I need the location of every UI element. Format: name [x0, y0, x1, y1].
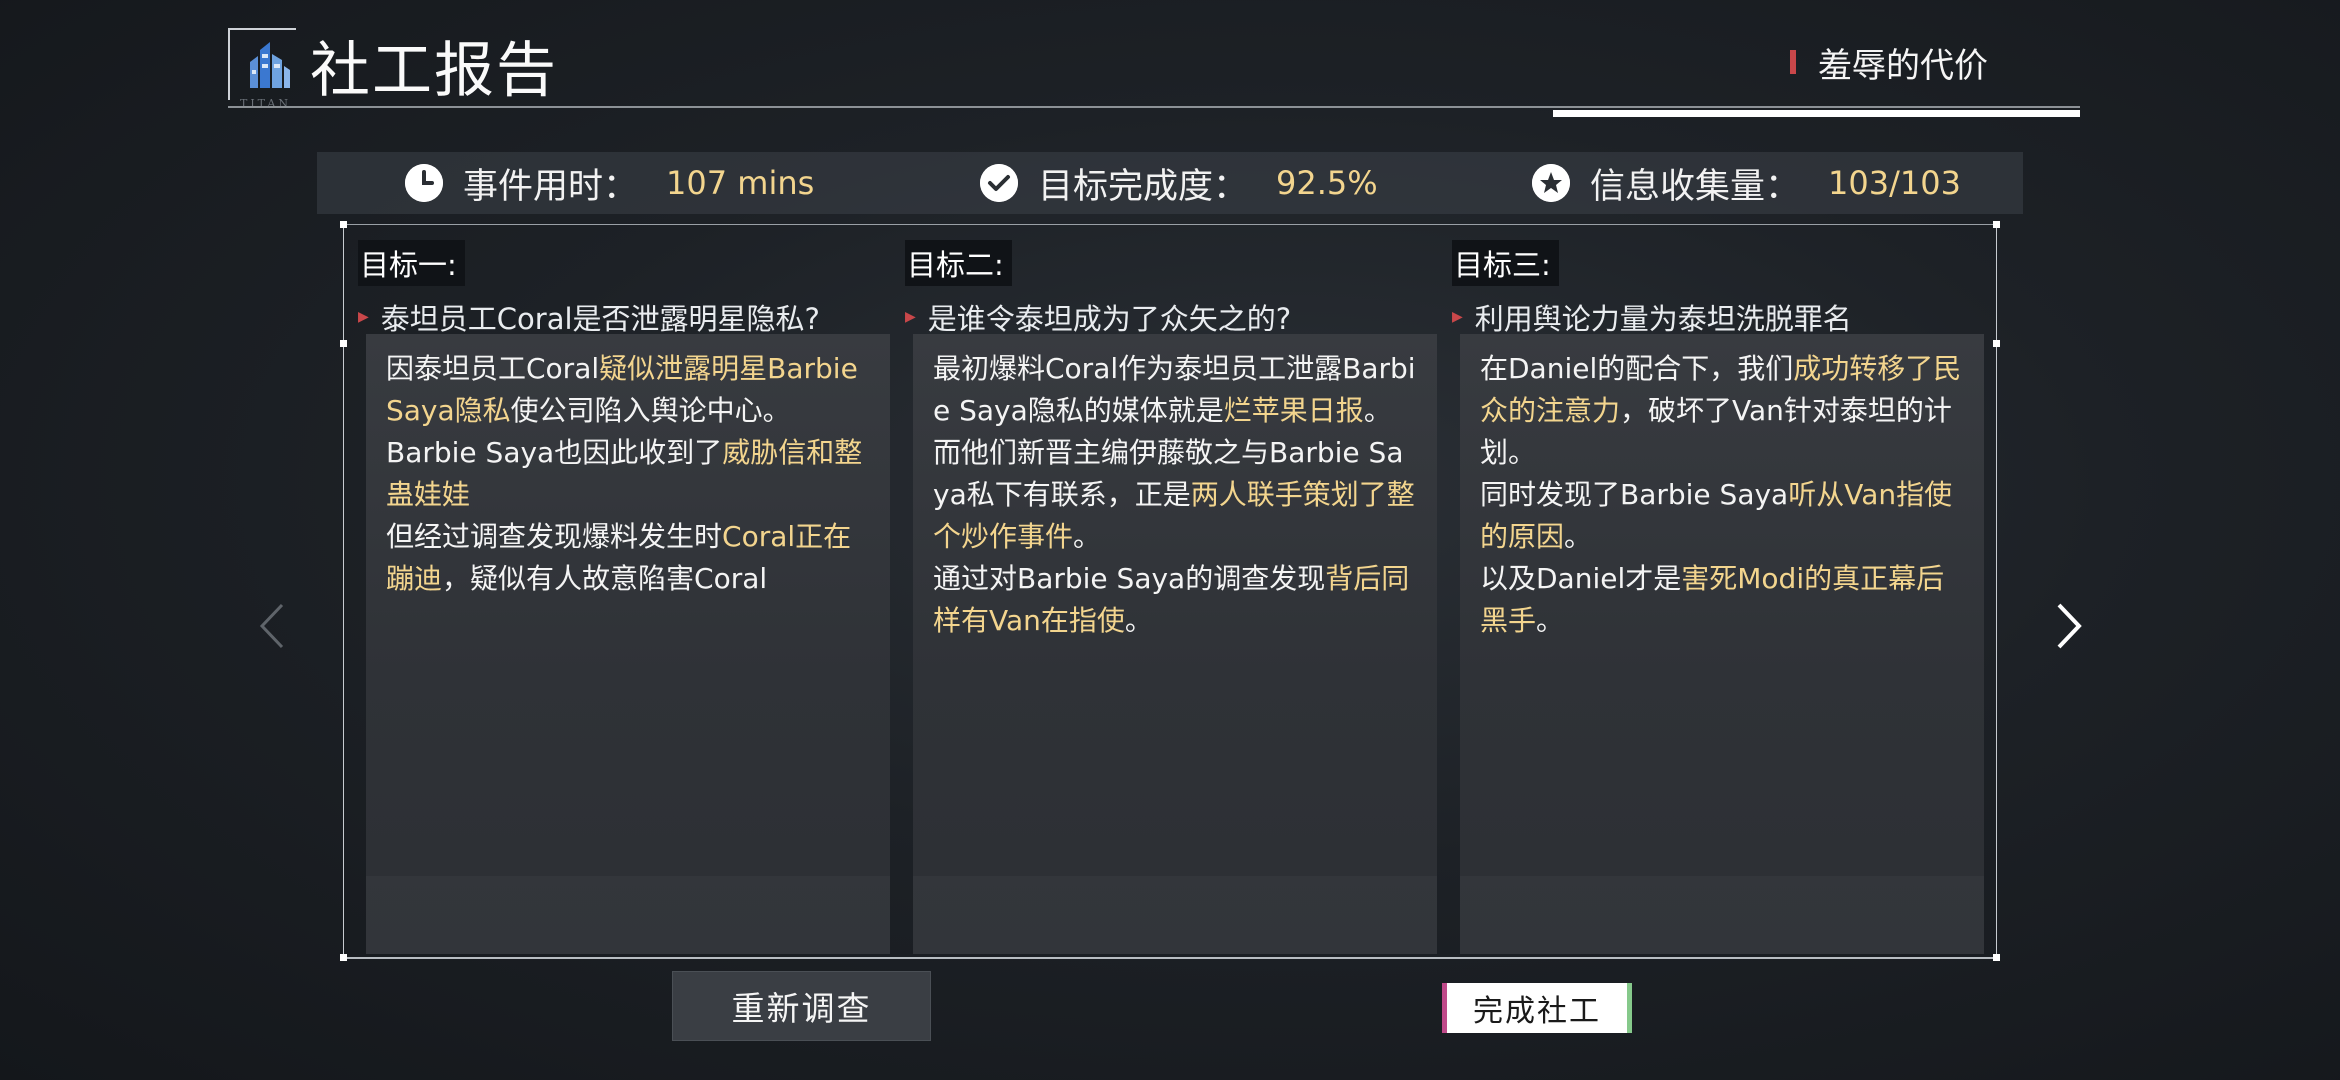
goal-question: ▶ 是谁令泰坦成为了众矢之的? — [905, 296, 1291, 338]
header-accent-bar — [1553, 110, 2080, 117]
stat-time-label: 事件用时： — [463, 166, 639, 207]
chapter-title: 羞辱的代价 — [1818, 45, 1988, 86]
page-title: 社工报告 — [310, 36, 558, 106]
frame-corner — [1993, 954, 2000, 961]
chevron-left-icon[interactable] — [258, 603, 286, 653]
goal-3-card: 在Daniel的配合下，我们成功转移了民众的注意力，破坏了Van针对泰坦的计划。… — [1460, 334, 1984, 954]
logo-text: TITAN — [240, 97, 291, 110]
goal-label: 目标三: — [1452, 240, 1559, 286]
goal-question-text: 是谁令泰坦成为了众矢之的? — [927, 302, 1292, 336]
goal-question: ▶ 泰坦员工Coral是否泄露明星隐私? — [358, 296, 820, 338]
bullet-arrow-icon: ▶ — [905, 309, 916, 325]
chapter-title-block: 羞辱的代价 — [1790, 40, 1988, 86]
description-text: 使公司陷入舆论中心。 — [510, 394, 791, 427]
goal-question: ▶ 利用舆论力量为泰坦洗脱罪名 — [1452, 296, 1852, 338]
description-text: ，疑似有人故意陷害Coral — [442, 562, 768, 595]
complete-button[interactable]: 完成社工 — [1442, 983, 1632, 1033]
goal-1-header: 目标一: ▶ 泰坦员工Coral是否泄露明星隐私? — [358, 240, 820, 338]
description-text: 以及Daniel才是 — [1480, 562, 1682, 595]
frame-corner — [1993, 340, 2000, 347]
bullet-arrow-icon: ▶ — [1452, 309, 1463, 325]
description-text: 。 — [1124, 604, 1153, 637]
description-text: 。 — [1073, 520, 1102, 553]
goal-description: 在Daniel的配合下，我们成功转移了民众的注意力，破坏了Van针对泰坦的计划。… — [1480, 348, 1964, 642]
frame-bottom-line — [343, 957, 1997, 959]
description-text: 同时发现了Barbie Saya — [1480, 478, 1789, 511]
header-divider — [228, 106, 2080, 108]
frame-corner — [340, 954, 347, 961]
goal-label: 目标一: — [358, 240, 465, 286]
goal-label: 目标二: — [905, 240, 1012, 286]
stat-completion: 目标完成度： 92.5% — [980, 152, 1378, 214]
frame-top-line — [343, 224, 1997, 225]
clock-icon — [405, 164, 443, 202]
stat-time-value: 107 mins — [666, 164, 815, 202]
description-text: 。 — [1564, 520, 1593, 553]
frame-corner — [340, 340, 347, 347]
building-logo-icon — [250, 42, 290, 88]
check-circle-icon — [980, 164, 1018, 202]
goal-3-header: 目标三: ▶ 利用舆论力量为泰坦洗脱罪名 — [1452, 240, 1852, 338]
description-text: 通过对Barbie Saya的调查发现 — [933, 562, 1326, 595]
bullet-arrow-icon: ▶ — [358, 309, 369, 325]
description-text: 。 — [1536, 604, 1565, 637]
stat-completion-value: 92.5% — [1276, 164, 1378, 202]
highlight-text: 烂苹果日报 — [1223, 394, 1364, 427]
chevron-right-icon[interactable] — [2055, 603, 2083, 653]
star-circle-icon — [1532, 164, 1570, 202]
frame-corner — [1993, 221, 2000, 228]
chapter-marker-icon — [1790, 50, 1796, 74]
stat-info-value: 103/103 — [1828, 164, 1961, 202]
goal-2-card: 最初爆料Coral作为泰坦员工泄露Barbie Saya隐私的媒体就是烂苹果日报… — [913, 334, 1437, 954]
description-text: 但经过调查发现爆料发生时 — [386, 520, 723, 553]
stat-time: 事件用时： 107 mins — [405, 152, 814, 214]
description-text: 因泰坦员工Coral — [386, 352, 600, 385]
frame-corner — [340, 221, 347, 228]
stats-bar: 事件用时： 107 mins 目标完成度： 92.5% 信息收集量： 103/1… — [317, 152, 2023, 214]
titan-logo — [228, 28, 296, 100]
description-text: 。 — [1363, 394, 1392, 427]
goal-question-text: 泰坦员工Coral是否泄露明星隐私? — [380, 302, 820, 336]
reinvestigate-button[interactable]: 重新调查 — [672, 971, 931, 1041]
goal-1-card: 因泰坦员工Coral疑似泄露明星Barbie Saya隐私使公司陷入舆论中心。 B… — [366, 334, 890, 954]
stat-completion-label: 目标完成度： — [1038, 166, 1249, 207]
stat-info-label: 信息收集量： — [1590, 166, 1801, 207]
goal-description: 最初爆料Coral作为泰坦员工泄露Barbie Saya隐私的媒体就是烂苹果日报… — [933, 348, 1417, 642]
description-text: Barbie Saya也因此收到了 — [386, 436, 723, 469]
goal-description: 因泰坦员工Coral疑似泄露明星Barbie Saya隐私使公司陷入舆论中心。 B… — [386, 348, 870, 600]
description-text: 在Daniel的配合下，我们 — [1480, 352, 1794, 385]
goal-question-text: 利用舆论力量为泰坦洗脱罪名 — [1474, 302, 1852, 336]
stat-info: 信息收集量： 103/103 — [1532, 152, 1961, 214]
goal-2-header: 目标二: ▶ 是谁令泰坦成为了众矢之的? — [905, 240, 1291, 338]
